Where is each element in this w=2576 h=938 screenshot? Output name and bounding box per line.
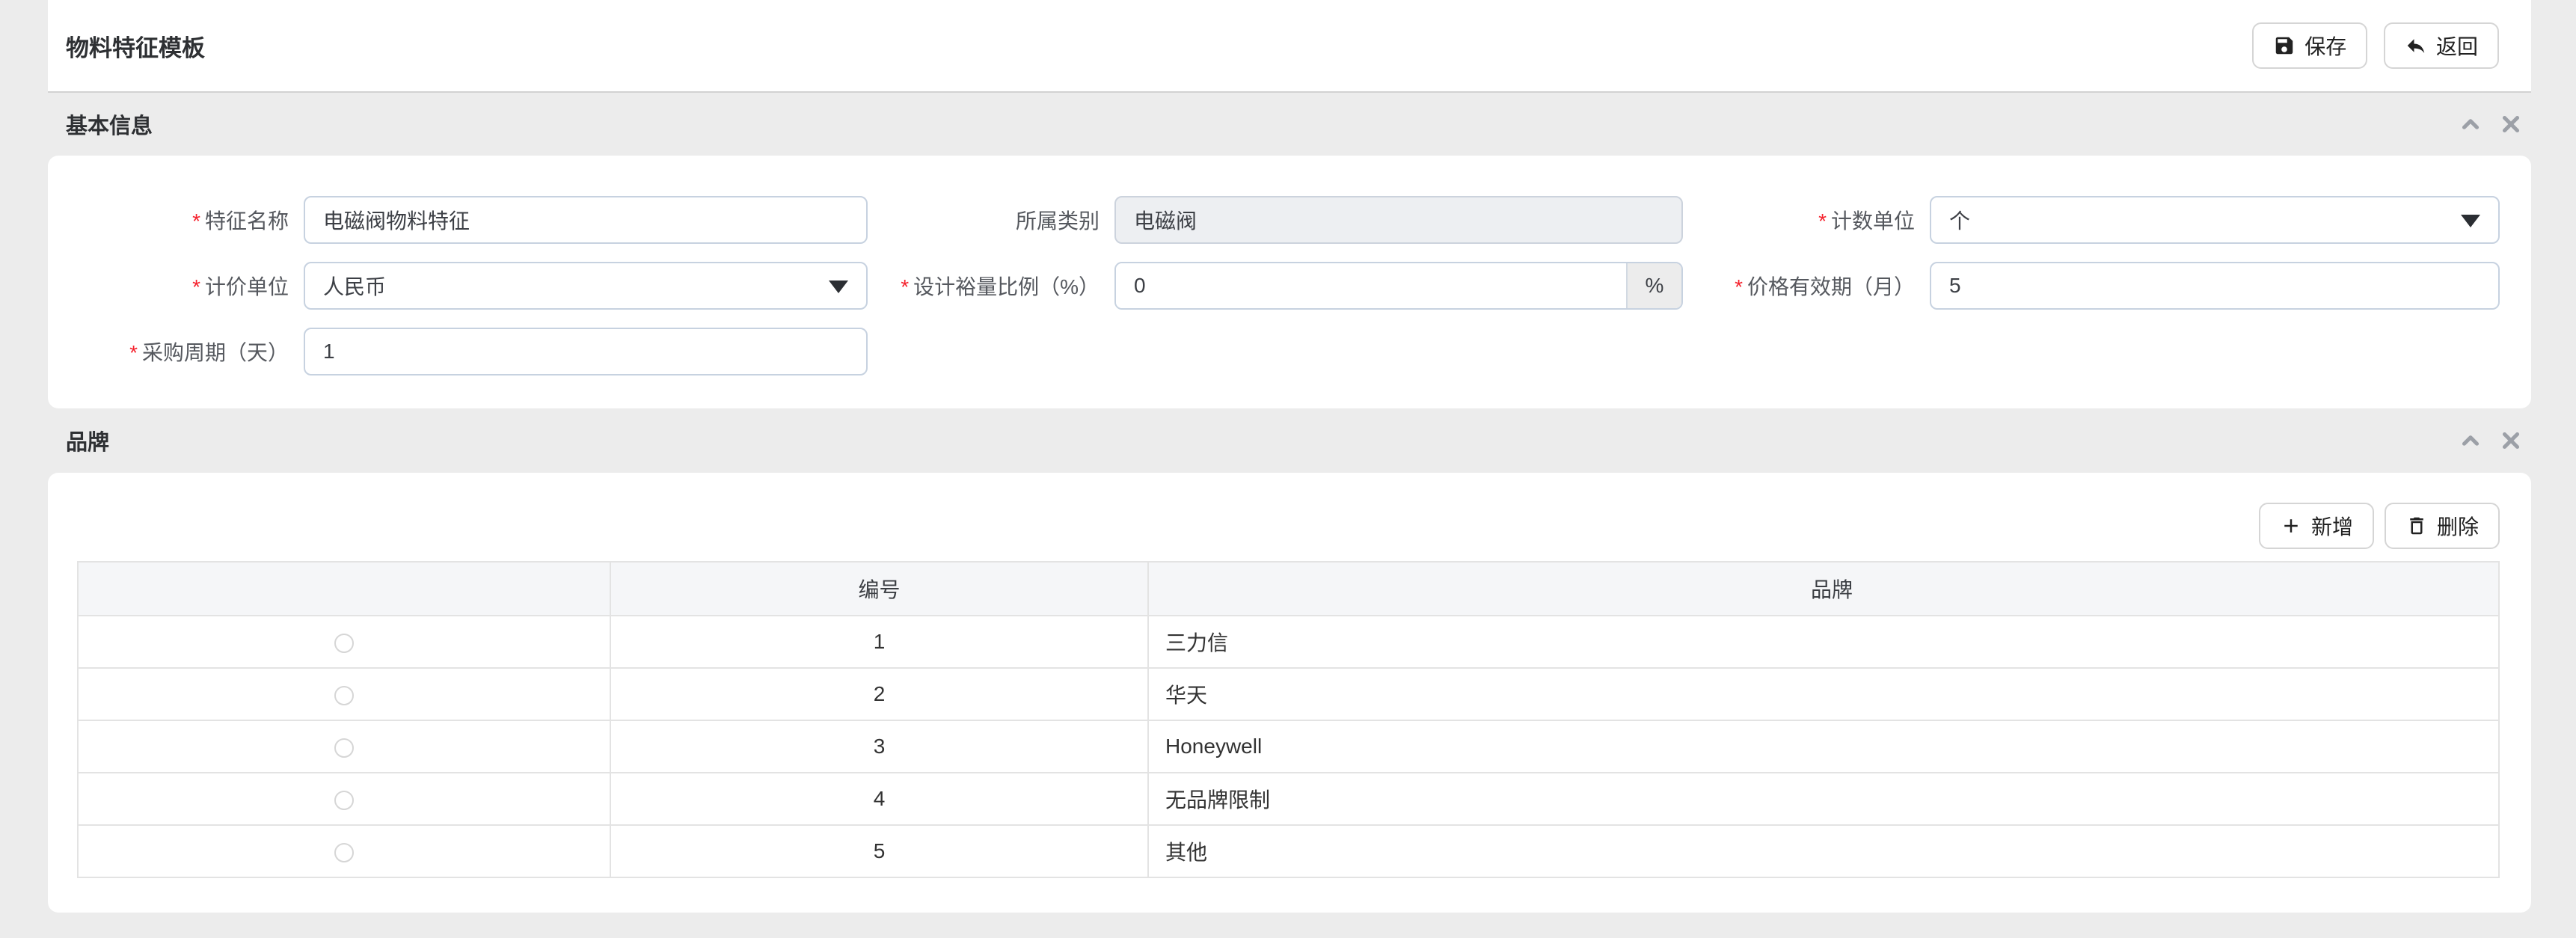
category-input — [1114, 196, 1683, 244]
table-row: 3 Honeywell — [78, 720, 2499, 773]
brand-table-header-row: 编号 品牌 — [78, 562, 2499, 616]
row-brand-cell: 无品牌限制 — [1148, 773, 2499, 825]
basic-info-panel: *特征名称 所属类别 *计数单位 个 *计价单位 人民币 — [48, 156, 2531, 408]
back-button-label: 返回 — [2436, 31, 2478, 61]
section-tools-basic — [2458, 111, 2524, 137]
plus-icon — [2280, 515, 2302, 537]
field-price-validity: *价格有效期（月） — [1683, 262, 2500, 310]
row-brand-cell: 其他 — [1148, 825, 2499, 877]
delete-button[interactable]: 删除 — [2385, 503, 2500, 549]
price-unit-select[interactable]: 人民币 — [304, 262, 868, 310]
field-count-unit: *计数单位 个 — [1683, 196, 2500, 244]
count-unit-label: *计数单位 — [1683, 205, 1930, 235]
brand-actions: 新增 删除 — [48, 503, 2531, 549]
brand-table: 编号 品牌 1 三力信 2 华天 3 Honeywell 4 无品牌限制 5 其… — [77, 561, 2500, 878]
save-icon — [2273, 34, 2296, 57]
row-select-radio[interactable] — [334, 791, 354, 810]
row-no-cell: 2 — [610, 668, 1148, 720]
section-tools-brand — [2458, 428, 2524, 453]
section-header-basic: 基本信息 — [48, 91, 2531, 156]
save-button[interactable]: 保存 — [2252, 22, 2367, 69]
header-select — [78, 562, 610, 616]
required-asterisk: * — [901, 275, 909, 298]
table-row: 2 华天 — [78, 668, 2499, 720]
form-row-2: *计价单位 人民币 *设计裕量比例（%） % *价格有效期（月） — [48, 262, 2531, 310]
table-row: 4 无品牌限制 — [78, 773, 2499, 825]
required-asterisk: * — [1818, 209, 1827, 233]
row-select-radio[interactable] — [334, 686, 354, 705]
field-feature-name: *特征名称 — [48, 196, 868, 244]
close-icon[interactable] — [2498, 111, 2524, 137]
add-button[interactable]: 新增 — [2259, 503, 2374, 549]
row-no-cell: 3 — [610, 720, 1148, 773]
header-no: 编号 — [610, 562, 1148, 616]
brand-panel: 新增 删除 编号 品牌 1 三力信 2 — [48, 473, 2531, 913]
add-button-label: 新增 — [2311, 511, 2353, 541]
caret-down-icon — [829, 281, 848, 293]
collapse-chevron-up-icon[interactable] — [2458, 111, 2483, 137]
delete-button-label: 删除 — [2437, 511, 2479, 541]
feature-name-input[interactable] — [304, 196, 868, 244]
save-button-label: 保存 — [2304, 31, 2346, 61]
form-row-1: *特征名称 所属类别 *计数单位 个 — [48, 196, 2531, 244]
field-price-unit: *计价单位 人民币 — [48, 262, 868, 310]
price-validity-input[interactable] — [1930, 262, 2500, 310]
row-brand-cell: 华天 — [1148, 668, 2499, 720]
form-row-3: *采购周期（天） — [48, 328, 2531, 375]
main-content: 物料特征模板 保存 返回 基本信息 *特 — [48, 0, 2531, 913]
row-no-cell: 4 — [610, 773, 1148, 825]
purchase-cycle-label: *采购周期（天） — [48, 337, 304, 367]
price-validity-label: *价格有效期（月） — [1683, 271, 1930, 301]
required-asterisk: * — [192, 209, 200, 233]
section-title-brand: 品牌 — [66, 425, 109, 456]
row-brand-cell: 三力信 — [1148, 616, 2499, 668]
collapse-chevron-up-icon[interactable] — [2458, 428, 2483, 453]
price-unit-label: *计价单位 — [48, 271, 304, 301]
field-category: 所属类别 — [868, 196, 1683, 244]
category-label: 所属类别 — [868, 205, 1114, 235]
feature-name-label: *特征名称 — [48, 205, 304, 235]
back-button[interactable]: 返回 — [2384, 22, 2499, 69]
page-title: 物料特征模板 — [66, 29, 205, 63]
required-asterisk: * — [192, 275, 200, 298]
table-row: 5 其他 — [78, 825, 2499, 877]
field-design-margin: *设计裕量比例（%） % — [868, 262, 1683, 310]
back-icon — [2405, 34, 2427, 57]
section-header-brand: 品牌 — [48, 408, 2531, 473]
design-margin-label: *设计裕量比例（%） — [868, 271, 1114, 301]
purchase-cycle-input[interactable] — [304, 328, 868, 375]
row-no-cell: 5 — [610, 825, 1148, 877]
close-icon[interactable] — [2498, 428, 2524, 453]
section-title-basic: 基本信息 — [66, 108, 153, 140]
topbar-actions: 保存 返回 — [2252, 22, 2499, 69]
trash-icon — [2405, 515, 2428, 537]
header-brand: 品牌 — [1148, 562, 2499, 616]
row-select-radio[interactable] — [334, 843, 354, 862]
percent-addon: % — [1626, 263, 1681, 308]
row-brand-cell: Honeywell — [1148, 720, 2499, 773]
count-unit-select[interactable]: 个 — [1930, 196, 2500, 244]
row-select-radio[interactable] — [334, 738, 354, 758]
design-margin-input[interactable] — [1116, 263, 1626, 308]
row-select-radio[interactable] — [334, 634, 354, 653]
caret-down-icon — [2461, 215, 2480, 227]
required-asterisk: * — [1735, 275, 1743, 298]
row-no-cell: 1 — [610, 616, 1148, 668]
topbar: 物料特征模板 保存 返回 — [48, 0, 2531, 91]
field-purchase-cycle: *采购周期（天） — [48, 328, 868, 375]
table-row: 1 三力信 — [78, 616, 2499, 668]
required-asterisk: * — [129, 341, 138, 364]
